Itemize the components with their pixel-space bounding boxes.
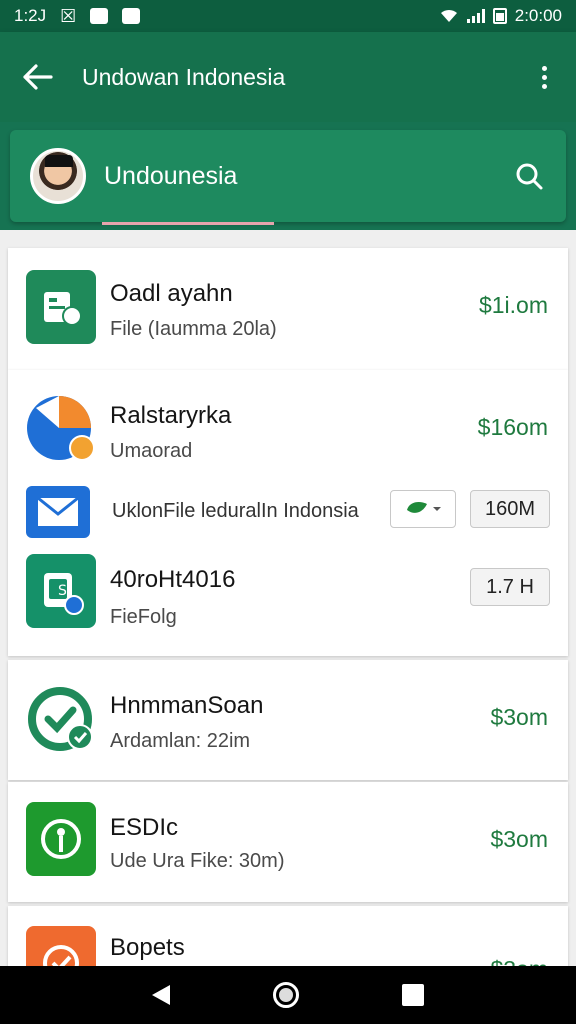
list-item[interactable]: S 40roHt4016 FieFolg 1.7 H <box>8 546 568 656</box>
check-badge-icon <box>26 682 96 756</box>
profile-banner[interactable]: Undounesia <box>10 130 566 222</box>
list-card: HnmmanSoan Ardamlan: 22im $3om <box>8 660 568 780</box>
item-title: 40roHt4016 <box>110 566 236 593</box>
mail-icon <box>26 486 90 538</box>
tab-indicator <box>102 222 274 225</box>
avatar[interactable] <box>30 148 86 204</box>
status-time-right: 2:0:00 <box>514 6 562 25</box>
more-options-icon[interactable] <box>532 59 556 95</box>
nav-back-icon[interactable] <box>151 985 170 1005</box>
nav-home-icon[interactable] <box>272 982 299 1008</box>
list-item[interactable]: ESDIc Ude Ura Fike: 30m) $3om <box>8 782 568 902</box>
item-price: $3om <box>490 956 548 966</box>
leaf-dropdown[interactable] <box>390 490 456 528</box>
status-bar: 1:2J ☒ 2:0:00 <box>0 0 576 32</box>
item-title: ESDIc <box>110 814 179 841</box>
item-title: HnmmanSoan <box>110 692 264 719</box>
notification-icon: ☒ <box>60 5 77 26</box>
list-card: Bopets $3om <box>8 906 568 966</box>
item-subtitle: File (Iaumma 20la) <box>110 318 277 340</box>
item-subtitle: Ude Ura Fike: 30m) <box>110 850 285 872</box>
list-item[interactable]: UklonFile leduralIn Indonsia 160M <box>8 478 568 546</box>
system-nav-bar <box>0 966 576 1024</box>
item-price: $3om <box>490 826 548 852</box>
info-icon <box>26 802 96 876</box>
item-subtitle: Ardamlan: 22im <box>110 730 251 752</box>
app-title: Undowan Indonesia <box>82 63 286 90</box>
list-item[interactable]: HnmmanSoan Ardamlan: 22im $3om <box>8 660 568 780</box>
size-chip[interactable]: 160M <box>470 490 550 528</box>
app-list: Oadl ayahn File (Iaumma 20la) $1i.om Ral… <box>0 230 576 966</box>
clipboard-icon: S <box>26 554 96 628</box>
banner-title: Undounesia <box>104 161 238 190</box>
pie-chart-icon <box>26 392 96 466</box>
banner-wrap: Undounesia <box>0 122 576 230</box>
status-time-left: 1:2J <box>14 6 47 25</box>
list-item[interactable]: Oadl ayahn File (Iaumma 20la) $1i.om <box>8 248 568 370</box>
list-item[interactable]: Bopets $3om <box>8 906 568 966</box>
item-subtitle: Umaorad <box>110 440 193 462</box>
nav-recents-icon[interactable] <box>402 984 425 1006</box>
search-icon[interactable] <box>512 159 546 193</box>
camera-notification-icon <box>122 8 141 24</box>
svg-text:S: S <box>58 583 67 599</box>
item-price: $16om <box>477 414 548 440</box>
app-bar: Undowan Indonesia <box>0 32 576 122</box>
list-card: ESDIc Ude Ura Fike: 30m) $3om <box>8 782 568 902</box>
list-item[interactable]: Ralstaryrka Umaorad $16om <box>8 370 568 478</box>
check-circle-icon <box>26 926 96 966</box>
size-chip[interactable]: 1.7 H <box>470 568 550 606</box>
back-arrow-icon[interactable] <box>20 59 56 95</box>
item-subtitle: FieFolg <box>110 606 177 628</box>
app-notification-icon <box>90 8 109 24</box>
wifi-icon <box>440 9 457 22</box>
item-price: $3om <box>490 704 548 730</box>
item-price: $1i.om <box>478 292 548 318</box>
signal-icon <box>466 9 485 23</box>
item-title: UklonFile leduralIn Indonsia <box>112 500 359 522</box>
item-title: Ralstaryrka <box>110 402 232 429</box>
item-title: Bopets <box>110 934 185 961</box>
battery-icon <box>492 8 507 24</box>
list-card: Oadl ayahn File (Iaumma 20la) $1i.om <box>8 248 568 370</box>
document-icon <box>26 270 96 344</box>
item-title: Oadl ayahn <box>110 280 233 307</box>
list-card: Ralstaryrka Umaorad $16om UklonFile ledu… <box>8 370 568 656</box>
